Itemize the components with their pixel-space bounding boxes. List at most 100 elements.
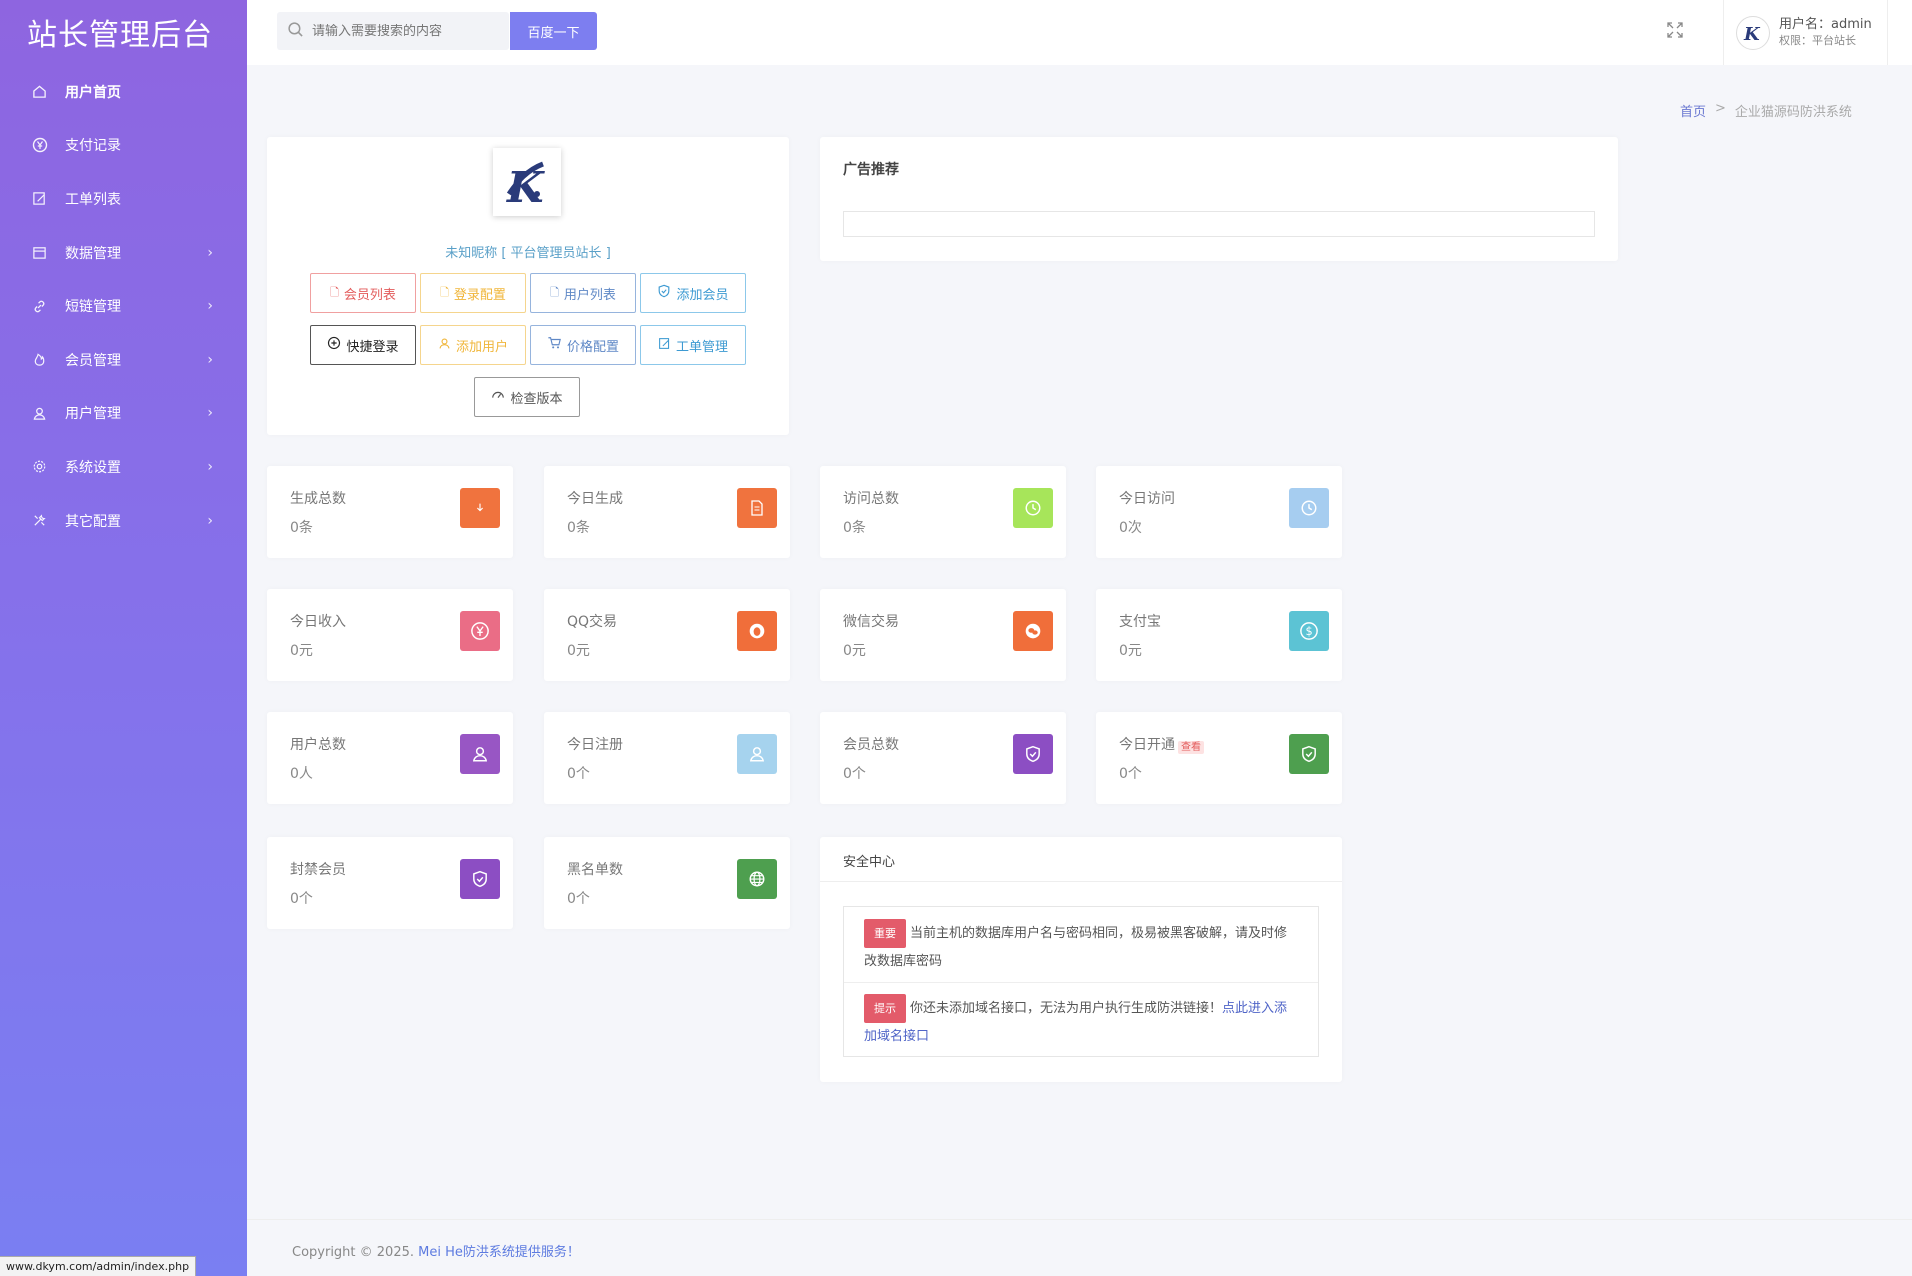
clock-icon: [1289, 488, 1329, 528]
cart-icon: [547, 336, 562, 354]
ad-title: 广告推荐: [843, 162, 899, 178]
stat-value: 0个: [567, 891, 590, 907]
home-icon: [31, 83, 48, 100]
sidebar-item-label: 会员管理: [65, 352, 121, 369]
stat-value: 0个: [843, 766, 866, 782]
member-list-button[interactable]: 🗋 会员列表: [310, 273, 416, 313]
sidebar-item-other[interactable]: 其它配置 ›: [0, 494, 247, 548]
security-title: 安全中心: [843, 855, 896, 870]
calendar-icon: [31, 244, 48, 261]
stat-label: 黑名单数: [567, 862, 623, 878]
status-url: www.dkym.com/admin/index.php: [0, 1256, 197, 1276]
sidebar-item-label: 数据管理: [65, 245, 121, 262]
user-icon: [31, 405, 48, 422]
stat-value: 0元: [1119, 643, 1142, 659]
stat-label: 今日生成: [567, 491, 623, 507]
ad-card: 广告推荐: [820, 137, 1618, 261]
stat-label: 封禁会员: [290, 862, 346, 878]
breadcrumb-separator: >: [1715, 101, 1726, 116]
wechat-icon: [1013, 611, 1053, 651]
chevron-right-icon: ›: [207, 405, 213, 422]
clock-icon: [1013, 488, 1053, 528]
document-icon: 🗋: [330, 285, 339, 299]
stat-card: 黑名单数 0个: [544, 837, 790, 929]
stat-card: QQ交易 0元: [544, 589, 790, 681]
search-input[interactable]: [312, 23, 497, 39]
plus-circle-icon: [327, 336, 341, 354]
sidebar-item-members[interactable]: 会员管理 ›: [0, 333, 247, 387]
download-icon: [460, 488, 500, 528]
edit-note-icon: [658, 337, 671, 354]
stat-label: 今日收入: [290, 614, 346, 630]
stat-value: 0条: [843, 520, 866, 536]
alert-tag: 重要: [864, 919, 906, 948]
stat-card: 今日访问 0次: [1096, 466, 1342, 558]
shield-check-icon: [460, 859, 500, 899]
user-icon: [737, 734, 777, 774]
sidebar: 站长管理后台 用户首页 支付记录 工单列表 数据管理 › 短链管理 › 会员管理…: [0, 0, 247, 1276]
sidebar-item-users[interactable]: 用户管理 ›: [0, 387, 247, 441]
ticket-manage-button[interactable]: 工单管理: [640, 325, 746, 365]
footer-link[interactable]: Mei He防洪系统提供服务！: [418, 1245, 580, 1260]
user-list-button[interactable]: 🗋 用户列表: [530, 273, 636, 313]
sidebar-item-label: 短链管理: [65, 299, 121, 316]
top-header: 百度一下 K 用户名：admin 权限：平台站长: [247, 0, 1912, 65]
stat-value: 0个: [290, 891, 313, 907]
stat-value: 0元: [567, 643, 590, 659]
svg-text:K: K: [1743, 24, 1761, 45]
stat-label: 今日开通 查看: [1119, 734, 1204, 754]
stat-value: 0次: [1119, 520, 1142, 536]
sidebar-nav: 用户首页 支付记录 工单列表 数据管理 › 短链管理 › 会员管理 › 用户管理: [0, 65, 247, 547]
user-menu[interactable]: K 用户名：admin 权限：平台站长: [1726, 0, 1887, 65]
svg-text:K: K: [506, 163, 545, 212]
copyright-text: Copyright © 2025.: [292, 1245, 415, 1260]
search-button[interactable]: 百度一下: [510, 12, 597, 50]
sidebar-item-label: 工单列表: [65, 191, 121, 208]
chevron-right-icon: ›: [207, 244, 213, 261]
stat-label: 会员总数: [843, 737, 899, 753]
document-icon: 🗋: [550, 285, 559, 299]
tools-icon: [31, 512, 48, 529]
avatar: K: [1736, 15, 1770, 50]
fullscreen-icon[interactable]: [1665, 20, 1685, 44]
sidebar-item-shortlinks[interactable]: 短链管理 ›: [0, 279, 247, 333]
stat-value: 0元: [290, 643, 313, 659]
brand-title: 站长管理后台: [27, 18, 213, 53]
search-box: [277, 12, 509, 50]
qq-icon: [737, 611, 777, 651]
stat-value: 0条: [567, 520, 590, 536]
user-icon: [460, 734, 500, 774]
view-tag[interactable]: 查看: [1178, 740, 1204, 754]
sidebar-item-payments[interactable]: 支付记录: [0, 119, 247, 173]
yen-circle-icon: [460, 611, 500, 651]
footer-divider: [247, 1219, 1912, 1220]
check-version-button[interactable]: 检查版本: [474, 377, 580, 417]
sidebar-item-label: 系统设置: [65, 459, 121, 476]
login-config-button[interactable]: 🗋 登录配置: [420, 273, 526, 313]
sidebar-item-label: 用户管理: [65, 406, 121, 423]
chevron-right-icon: ›: [207, 298, 213, 315]
sidebar-item-home[interactable]: 用户首页: [0, 65, 247, 119]
chevron-right-icon: ›: [207, 512, 213, 529]
sidebar-item-tickets[interactable]: 工单列表: [0, 172, 247, 226]
breadcrumb-home[interactable]: 首页: [1680, 101, 1706, 120]
stat-card: 用户总数 0人: [267, 712, 513, 804]
alert-text: 当前主机的数据库用户名与密码相同，极易被黑客破解，请及时修改数据库密码: [864, 926, 1288, 969]
header-divider: [1887, 0, 1888, 65]
add-member-button[interactable]: 添加会员: [640, 273, 746, 313]
sidebar-item-data[interactable]: 数据管理 ›: [0, 226, 247, 280]
alert-tag: 提示: [864, 994, 906, 1023]
globe-icon: [737, 859, 777, 899]
stat-card: 今日开通 查看 0个: [1096, 712, 1342, 804]
site-logo: K: [493, 148, 561, 216]
sidebar-item-settings[interactable]: 系统设置 ›: [0, 440, 247, 494]
add-user-button[interactable]: 添加用户: [420, 325, 526, 365]
stat-label: 访问总数: [843, 491, 899, 507]
stat-label: QQ交易: [567, 614, 618, 630]
document-icon: 🗋: [440, 285, 449, 299]
quick-login-button[interactable]: 快捷登录: [310, 325, 416, 365]
stat-card: 今日生成 0条: [544, 466, 790, 558]
price-config-button[interactable]: 价格配置: [530, 325, 636, 365]
edit-note-icon: [31, 190, 48, 207]
stat-card: 访问总数 0条: [820, 466, 1066, 558]
